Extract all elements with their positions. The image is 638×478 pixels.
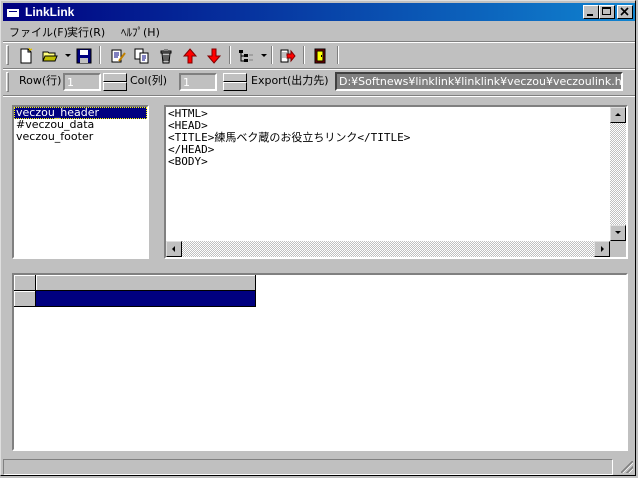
col-label: Col(列) <box>130 74 168 87</box>
scroll-right-icon <box>601 246 604 252</box>
row-spin-up[interactable] <box>103 73 127 82</box>
export-label: Export(出力先) <box>251 74 329 87</box>
col-input[interactable]: 1 <box>179 73 217 91</box>
status-panel <box>3 459 613 475</box>
menu-bar: ファイル(F) 実行(R) ﾍﾙﾌﾟ(H) <box>3 22 635 40</box>
toolbar-separator <box>229 46 231 64</box>
copy-item-icon <box>134 48 149 64</box>
editor-line: <BODY> <box>168 155 208 168</box>
row-input[interactable]: 1 <box>63 73 101 91</box>
exit-button[interactable] <box>309 45 331 67</box>
copy-button[interactable] <box>131 45 153 67</box>
main-window: LinkLink ファイル(F) 実行(R) ﾍﾙﾌﾟ(H) Row(行) 1 … <box>0 0 636 476</box>
scroll-up-icon <box>615 113 621 116</box>
toolbar <box>3 43 635 69</box>
editor-horizontal-scrollbar[interactable] <box>166 241 610 257</box>
grid-cell-selected[interactable] <box>36 291 256 307</box>
exit-door-icon <box>314 48 326 64</box>
scroll-down-icon <box>615 231 621 234</box>
menu-run[interactable]: 実行(R) <box>67 24 105 40</box>
tree-view-icon <box>239 50 253 62</box>
col-spinner[interactable] <box>223 73 247 91</box>
maximize-icon <box>602 7 611 15</box>
app-icon <box>6 5 20 18</box>
view-button[interactable] <box>235 45 257 67</box>
close-icon <box>620 7 629 16</box>
row-spin-down[interactable] <box>103 82 127 91</box>
scroll-left-icon <box>172 246 175 252</box>
minimize-icon <box>587 14 593 16</box>
open-dropdown-icon[interactable] <box>65 54 71 57</box>
close-button[interactable] <box>617 5 633 19</box>
row-spinner[interactable] <box>103 73 127 91</box>
content-divider <box>3 95 635 97</box>
col-spin-up[interactable] <box>223 73 247 82</box>
view-dropdown-icon[interactable] <box>261 54 267 57</box>
open-button[interactable] <box>39 45 61 67</box>
scroll-up-button[interactable] <box>610 107 626 123</box>
editor-vertical-scrollbar[interactable] <box>610 107 626 241</box>
title-bar[interactable]: LinkLink <box>3 3 635 21</box>
arrow-up-icon <box>182 48 198 64</box>
open-folder-icon <box>42 51 58 62</box>
scrollbar-corner <box>610 241 626 257</box>
toolbar-separator <box>99 46 101 64</box>
new-button[interactable] <box>15 45 37 67</box>
section-list[interactable]: veczou_header #veczou_data veczou_footer <box>12 105 149 259</box>
html-editor[interactable]: <HTML> <HEAD> <TITLE>練馬ベク蔵のお役立ちリンク</TITLE>… <box>164 105 628 259</box>
params-bar: Row(行) 1 Col(列) 1 Export(出力先) D:¥Softnew… <box>3 70 635 94</box>
export-path-field[interactable]: D:¥Softnews¥linklink¥linklink¥veczou¥vec… <box>335 72 623 91</box>
window-title: LinkLink <box>25 5 75 19</box>
scroll-right-button[interactable] <box>594 241 610 257</box>
save-button[interactable] <box>73 45 95 67</box>
toolbar-grip[interactable] <box>6 45 9 65</box>
toolbar-separator <box>271 46 273 64</box>
editor-text[interactable]: <HTML> <HEAD> <TITLE>練馬ベク蔵のお役立ちリンク</TITLE>… <box>168 108 410 168</box>
grid-row-header[interactable] <box>14 291 36 307</box>
list-item[interactable]: veczou_footer <box>14 131 147 143</box>
menu-help[interactable]: ﾍﾙﾌﾟ(H) <box>121 24 160 40</box>
row-label: Row(行) <box>19 74 62 87</box>
status-bar <box>3 457 635 475</box>
link-grid[interactable] <box>12 273 628 451</box>
export-button[interactable] <box>277 45 299 67</box>
maximize-button[interactable] <box>599 5 615 19</box>
delete-button[interactable] <box>155 45 177 67</box>
minimize-button[interactable] <box>583 5 599 19</box>
arrow-down-icon <box>206 48 222 64</box>
export-icon <box>280 49 296 63</box>
edit-button[interactable] <box>107 45 129 67</box>
toolbar-separator <box>337 46 339 64</box>
move-up-button[interactable] <box>179 45 201 67</box>
move-down-button[interactable] <box>203 45 225 67</box>
grid-column-header[interactable] <box>36 275 256 291</box>
new-file-icon <box>20 48 33 64</box>
scroll-down-button[interactable] <box>610 225 626 241</box>
scroll-left-button[interactable] <box>166 241 182 257</box>
trash-icon <box>160 49 172 64</box>
edit-item-icon <box>111 49 126 63</box>
col-spin-down[interactable] <box>223 82 247 91</box>
grid-corner-cell[interactable] <box>14 275 36 291</box>
toolbar-separator <box>303 46 305 64</box>
resize-grip-icon[interactable] <box>621 461 633 473</box>
params-grip[interactable] <box>6 72 9 92</box>
save-icon <box>76 48 92 64</box>
menu-file[interactable]: ファイル(F) <box>9 24 68 40</box>
